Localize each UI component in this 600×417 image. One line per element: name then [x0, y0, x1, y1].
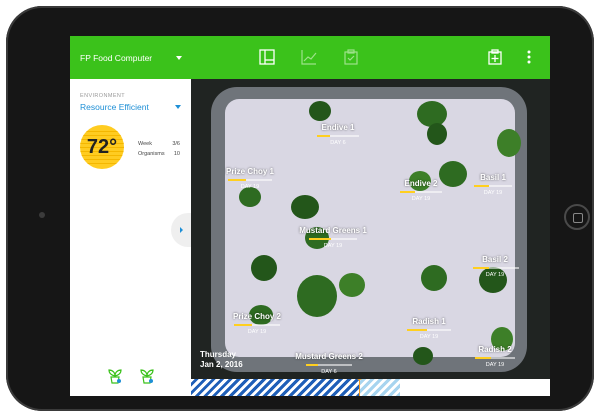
plant-label[interactable]: Prize Choy 1 DAY 19: [221, 167, 279, 190]
plant-day: DAY 19: [240, 184, 260, 190]
plant-label[interactable]: Mustard Greens 1 DAY 19: [293, 226, 373, 249]
app-title: FP Food Computer: [80, 52, 153, 63]
plant-name: Radish 2: [478, 345, 512, 354]
timeline-elapsed: [191, 379, 360, 396]
plant-label[interactable]: Endive 2 DAY 19: [395, 179, 447, 202]
layout-icon[interactable]: [259, 49, 275, 65]
home-button[interactable]: [564, 204, 590, 230]
clipboard-check-icon[interactable]: [343, 49, 359, 65]
sidebar-footer: [70, 356, 191, 396]
plant-day: DAY 19: [411, 196, 431, 202]
plant-name: Endive 2: [404, 179, 438, 188]
plant-label[interactable]: Basil 1 DAY 19: [471, 173, 515, 196]
current-date: Thursday Jan 2, 2016: [200, 350, 243, 370]
growth-progress-bar: [234, 324, 280, 326]
plant-name: Mustard Greens 1: [299, 226, 367, 235]
growth-progress-bar: [407, 329, 451, 331]
plant-name: Basil 2: [482, 255, 508, 264]
plant-day: DAY 19: [419, 334, 439, 340]
growth-progress-bar: [228, 179, 272, 181]
environment-label: ENVIRONMENT: [80, 93, 126, 99]
plant-day: DAY 19: [247, 329, 267, 335]
plant-day: DAY 19: [485, 362, 505, 368]
temperature-value: 72°: [86, 135, 118, 158]
plant-day: DAY 19: [323, 243, 343, 249]
growth-progress-bar: [474, 185, 512, 187]
plant-name: Basil 1: [480, 173, 506, 182]
tablet-frame: FP Food Computer ENVIRONMENT Resource Ef…: [6, 6, 594, 411]
growth-progress-bar: [306, 364, 352, 366]
growth-stats: Week 3/6 Organisms 10: [138, 139, 180, 159]
week-label: Week: [138, 141, 152, 147]
plant-name: Mustard Greens 2: [295, 352, 363, 361]
plant-name: Prize Choy 2: [232, 312, 281, 321]
chevron-down-icon: [175, 105, 181, 109]
more-vertical-icon[interactable]: [521, 49, 537, 65]
timeline-buffer: [360, 379, 400, 396]
plant-label[interactable]: Mustard Greens 2 DAY 6: [289, 352, 369, 375]
growth-progress-bar: [400, 191, 442, 193]
chevron-right-icon: [180, 227, 183, 233]
clipboard-add-icon[interactable]: [487, 49, 503, 65]
date-weekday: Thursday: [200, 350, 237, 359]
plant-day: DAY 19: [483, 190, 503, 196]
plant-name: Prize Choy 1: [225, 167, 274, 176]
grow-chamber-view: Endive 1 DAY 6 Basil 1 DAY 19 Prize Choy…: [191, 79, 550, 379]
top-bar: [191, 36, 550, 79]
plant-day: DAY 6: [321, 369, 337, 375]
organisms-label: Organisms: [138, 151, 165, 157]
plant-name: Endive 1: [321, 123, 355, 132]
chevron-down-icon: [176, 55, 182, 60]
plant-day: DAY 19: [485, 272, 505, 278]
timeline-scrubber[interactable]: [191, 379, 550, 396]
plant-label[interactable]: Radish 1 DAY 19: [405, 317, 453, 340]
plant-label[interactable]: Basil 2 DAY 19: [473, 255, 519, 278]
plant-label[interactable]: Prize Choy 2 DAY 19: [227, 312, 287, 335]
temperature-badge: 72°: [80, 125, 124, 169]
screen: FP Food Computer ENVIRONMENT Resource Ef…: [70, 36, 550, 396]
environment-select[interactable]: Resource Efficient: [80, 102, 181, 112]
line-chart-icon[interactable]: [301, 49, 317, 65]
environment-value: Resource Efficient: [80, 102, 149, 112]
date-value: Jan 2, 2016: [200, 360, 243, 369]
plant-label[interactable]: Endive 1 DAY 6: [313, 123, 363, 146]
growth-progress-bar: [317, 135, 359, 137]
week-value: 3/6: [172, 141, 180, 147]
organisms-value: 10: [173, 151, 180, 157]
growth-progress-bar: [475, 357, 515, 359]
plant-name: Radish 1: [412, 317, 446, 326]
growth-progress-bar: [473, 267, 519, 269]
plant-add-icon[interactable]: [139, 368, 154, 384]
sidebar: FP Food Computer ENVIRONMENT Resource Ef…: [70, 36, 197, 396]
timeline-playhead-line: [359, 379, 360, 396]
plant-settings-icon[interactable]: [107, 368, 122, 384]
plant-day: DAY 6: [330, 140, 346, 146]
growth-progress-bar: [309, 238, 357, 240]
camera-dot: [39, 212, 45, 218]
app-switcher[interactable]: FP Food Computer: [70, 36, 191, 79]
plant-label[interactable]: Radish 2 DAY 19: [473, 345, 517, 368]
